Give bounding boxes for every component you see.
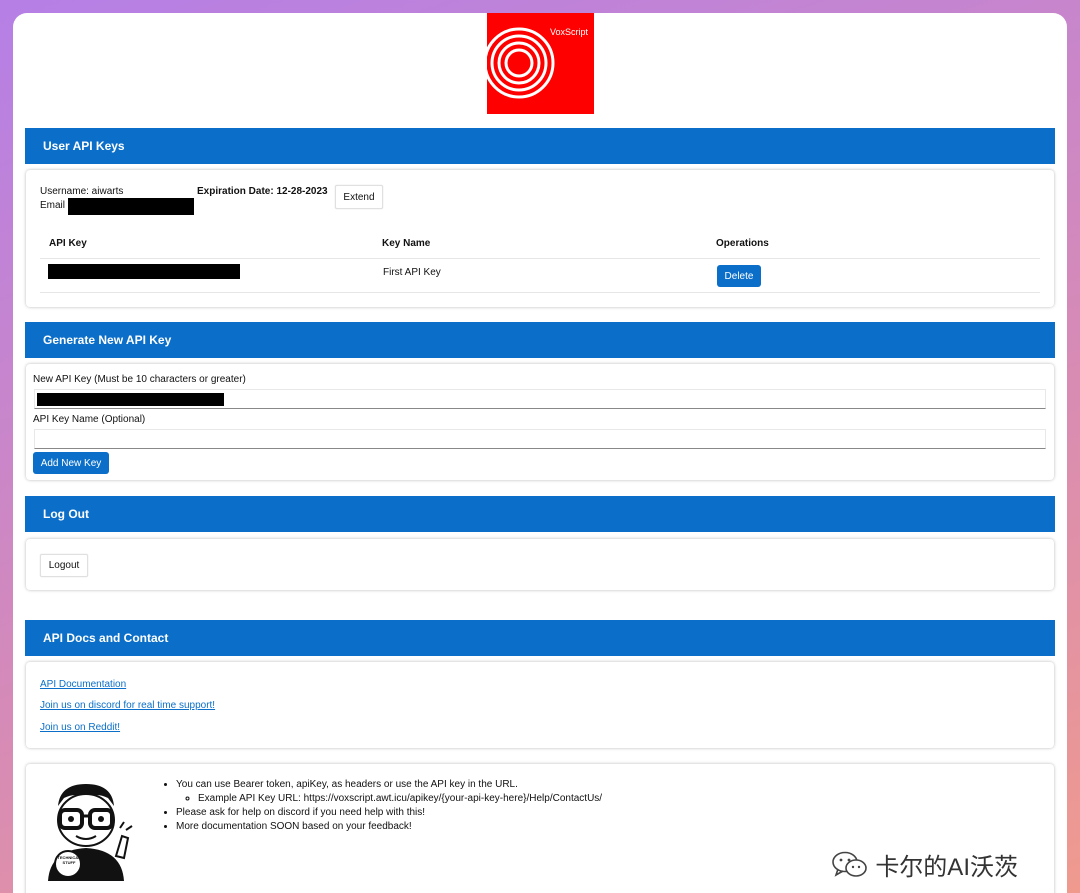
new-api-key-label: New API Key (Must be 10 characters or gr… xyxy=(33,374,246,385)
bullet-item: You can use Bearer token, apiKey, as hea… xyxy=(176,778,602,806)
email-label: Email xyxy=(40,200,66,211)
app-window: VoxScript User API Keys Username: aiwart… xyxy=(13,13,1067,893)
info-card: TECHNICAL STUFF You can use Bearer token… xyxy=(26,764,1054,893)
extend-button[interactable]: Extend xyxy=(335,185,383,209)
api-documentation-link[interactable]: API Documentation xyxy=(40,679,126,690)
technical-stuff-mascot: TECHNICAL STUFF xyxy=(36,776,136,881)
table-divider xyxy=(40,258,1040,259)
bullet-item: Please ask for help on discord if you ne… xyxy=(176,806,602,820)
watermark: 卡尔的AI沃茨 xyxy=(831,847,1018,882)
sub-bullet-item: Example API Key URL: https://voxscript.a… xyxy=(198,792,602,806)
wechat-icon xyxy=(832,851,868,877)
redacted-api-key xyxy=(48,264,240,279)
watermark-text: 卡尔的AI沃茨 xyxy=(875,854,1018,881)
api-key-name-input[interactable] xyxy=(34,429,1046,449)
section-header-log-out: Log Out xyxy=(25,496,1055,532)
key-name-cell: First API Key xyxy=(383,267,441,278)
section-header-generate-key: Generate New API Key xyxy=(25,322,1055,358)
badge-line-2: STUFF xyxy=(62,860,76,865)
logout-card: Logout xyxy=(26,539,1054,590)
generate-key-card: New API Key (Must be 10 characters or gr… xyxy=(26,364,1054,480)
section-header-api-docs: API Docs and Contact xyxy=(25,620,1055,656)
logo-text: VoxScript xyxy=(549,27,588,37)
delete-button[interactable]: Delete xyxy=(717,265,761,287)
expiration-date: Expiration Date: 12-28-2023 xyxy=(197,186,328,197)
column-header-key-name: Key Name xyxy=(382,238,431,249)
bullet-text: You can use Bearer token, apiKey, as hea… xyxy=(176,779,518,790)
add-new-key-button[interactable]: Add New Key xyxy=(33,452,109,474)
column-header-operations: Operations xyxy=(716,238,769,249)
section-header-user-api-keys: User API Keys xyxy=(25,128,1055,164)
voxscript-logo: VoxScript xyxy=(483,13,594,114)
username-text: Username: aiwarts xyxy=(40,186,124,197)
api-key-name-label: API Key Name (Optional) xyxy=(33,414,146,425)
mascot-badge: TECHNICAL STUFF xyxy=(57,855,81,865)
redacted-email xyxy=(68,198,194,215)
logout-button[interactable]: Logout xyxy=(40,554,88,577)
help-bullets: You can use Bearer token, apiKey, as hea… xyxy=(160,778,602,834)
reddit-link[interactable]: Join us on Reddit! xyxy=(40,722,120,733)
column-header-api-key: API Key xyxy=(49,238,87,249)
bullet-item: More documentation SOON based on your fe… xyxy=(176,820,602,834)
user-api-keys-card: Username: aiwarts Email Expiration Date:… xyxy=(26,170,1054,307)
table-divider xyxy=(40,292,1040,293)
api-docs-card: API Documentation Join us on discord for… xyxy=(26,662,1054,748)
redacted-new-key xyxy=(37,393,224,406)
discord-link[interactable]: Join us on discord for real time support… xyxy=(40,700,215,711)
mascot-illustration-icon xyxy=(48,784,133,881)
